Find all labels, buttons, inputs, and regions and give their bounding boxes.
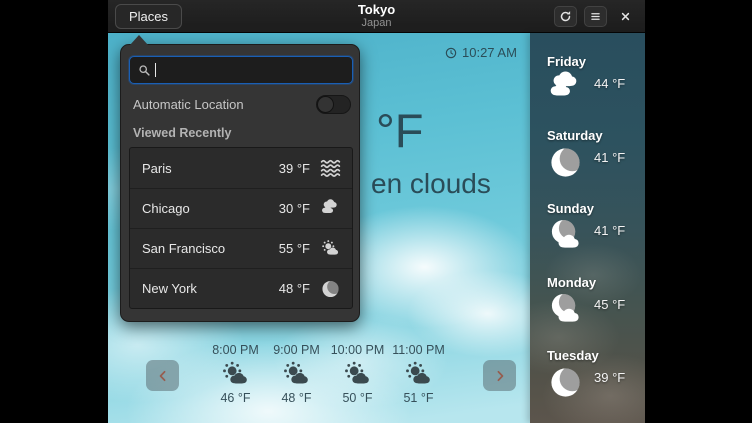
menu-icon	[589, 10, 602, 23]
sun-cloud-icon	[220, 360, 251, 390]
clock-icon	[445, 47, 457, 59]
forecast-day-saturday[interactable]: Saturday 41 °F	[530, 128, 645, 202]
hourly-item: 10:00 PM 50 °F	[327, 343, 388, 405]
place-name: Paris	[142, 161, 172, 176]
header-actions	[554, 6, 637, 27]
hourly-forecast: 8:00 PM 46 °F 9:00 PM 48 °F 10:00 PM 50 …	[205, 343, 449, 405]
day-name: Monday	[547, 275, 645, 290]
current-time: 10:27 AM	[445, 45, 517, 60]
temperature-unit: °F	[376, 107, 424, 154]
place-name: New York	[142, 281, 197, 296]
daily-forecast-sidebar: Friday 44 °F Saturday 41 °F Sunday	[530, 33, 645, 423]
hour-temp: 48 °F	[281, 391, 311, 405]
moon-cloud-icon	[547, 292, 584, 327]
place-temp: 39 °F	[279, 161, 310, 176]
forecast-day-sunday[interactable]: Sunday 41 °F	[530, 201, 645, 275]
day-temp: 41 °F	[594, 150, 625, 165]
sun-cloud-icon	[342, 360, 373, 390]
hourly-next-button[interactable]	[483, 360, 516, 391]
screen: Places Tokyo Japan 10	[0, 0, 752, 423]
hour-temp: 51 °F	[403, 391, 433, 405]
forecast-day-tuesday[interactable]: Tuesday 39 °F	[530, 348, 645, 422]
hour-time: 9:00 PM	[273, 343, 320, 357]
close-icon	[619, 10, 632, 23]
day-name: Saturday	[547, 128, 645, 143]
condition-text: en clouds	[371, 167, 491, 201]
hour-time: 10:00 PM	[331, 343, 385, 357]
place-name: San Francisco	[142, 241, 225, 256]
hourly-item: 9:00 PM 48 °F	[266, 343, 327, 405]
popover-arrow	[130, 35, 148, 45]
current-time-label: 10:27 AM	[462, 45, 517, 60]
automatic-location-row: Automatic Location	[133, 95, 351, 114]
moon-icon	[547, 145, 584, 180]
forecast-day-friday[interactable]: Friday 44 °F	[530, 33, 645, 128]
hour-time: 11:00 PM	[392, 343, 445, 357]
hourly-item: 11:00 PM 51 °F	[388, 343, 449, 405]
automatic-location-toggle[interactable]	[316, 95, 351, 114]
search-input[interactable]	[129, 56, 353, 84]
forecast-day-monday[interactable]: Monday 45 °F	[530, 275, 645, 349]
day-temp: 44 °F	[594, 76, 625, 91]
moon-cloud-icon	[547, 218, 584, 253]
toggle-knob	[317, 96, 334, 113]
automatic-location-label: Automatic Location	[133, 97, 244, 112]
search-field[interactable]	[156, 63, 346, 78]
day-name: Tuesday	[547, 348, 645, 363]
refresh-button[interactable]	[554, 6, 577, 27]
clouds-icon	[547, 71, 584, 106]
moon-icon	[318, 278, 343, 299]
header-bar: Places Tokyo Japan	[108, 0, 645, 33]
sun-cloud-icon	[403, 360, 434, 390]
places-button[interactable]: Places	[115, 4, 182, 29]
hour-temp: 50 °F	[342, 391, 372, 405]
hour-temp: 46 °F	[220, 391, 250, 405]
chevron-left-icon	[156, 369, 170, 383]
day-temp: 39 °F	[594, 370, 625, 385]
search-icon	[138, 64, 151, 77]
moon-icon	[547, 365, 584, 400]
menu-button[interactable]	[584, 6, 607, 27]
place-temp: 48 °F	[279, 281, 310, 296]
viewed-recently-heading: Viewed Recently	[133, 126, 231, 140]
hourly-prev-button[interactable]	[146, 360, 179, 391]
place-row-new-york[interactable]: New York 48 °F	[130, 268, 352, 308]
sun-cloud-icon	[318, 238, 343, 259]
day-name: Sunday	[547, 201, 645, 216]
weather-app-window: Places Tokyo Japan 10	[108, 0, 645, 423]
chevron-right-icon	[493, 369, 507, 383]
day-name: Friday	[547, 54, 645, 69]
place-name: Chicago	[142, 201, 190, 216]
sun-cloud-icon	[281, 360, 312, 390]
place-row-paris[interactable]: Paris 39 °F	[130, 148, 352, 188]
place-temp: 55 °F	[279, 241, 310, 256]
place-row-san-francisco[interactable]: San Francisco 55 °F	[130, 228, 352, 268]
hourly-item: 8:00 PM 46 °F	[205, 343, 266, 405]
hour-time: 8:00 PM	[212, 343, 259, 357]
place-temp: 30 °F	[279, 201, 310, 216]
recent-places-list: Paris 39 °F Chicago 30 °F San Francisco …	[129, 147, 353, 309]
close-button[interactable]	[614, 6, 637, 27]
fog-icon	[318, 158, 343, 179]
clouds-icon	[318, 198, 343, 219]
place-row-chicago[interactable]: Chicago 30 °F	[130, 188, 352, 228]
refresh-icon	[559, 10, 572, 23]
day-temp: 41 °F	[594, 223, 625, 238]
day-temp: 45 °F	[594, 297, 625, 312]
places-popover: Automatic Location Viewed Recently Paris…	[120, 44, 360, 322]
